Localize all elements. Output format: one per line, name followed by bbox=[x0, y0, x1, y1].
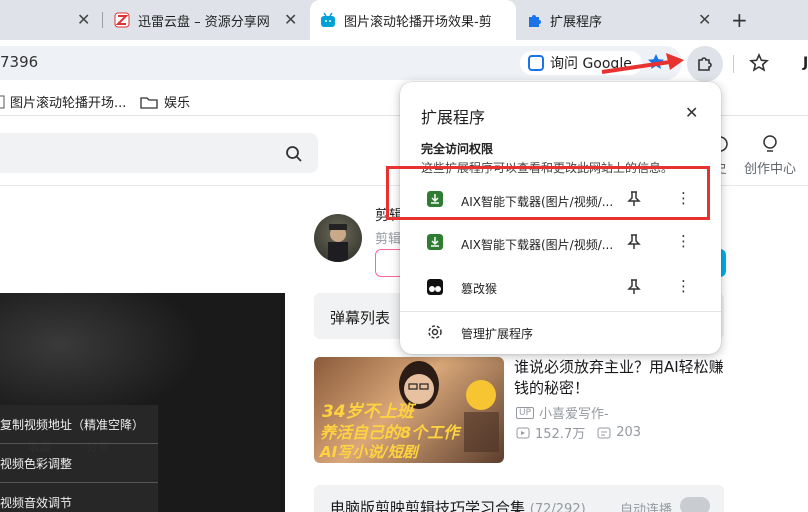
play-count-icon bbox=[516, 427, 530, 438]
extension-name: AIX智能下载器(图片/视频/... bbox=[461, 238, 614, 252]
tab-title: 图片滚动轮播开场效果-剪 bbox=[344, 14, 492, 30]
site-search-input[interactable] bbox=[0, 133, 318, 173]
uploader-description: 剪辑 bbox=[375, 232, 402, 247]
avatar[interactable] bbox=[314, 214, 362, 262]
pin-icon[interactable] bbox=[627, 279, 641, 295]
danmaku-list-label: 弹幕列表 bbox=[330, 309, 391, 327]
highlight-annotation bbox=[386, 166, 710, 220]
tab-close-icon[interactable]: ✕ bbox=[698, 10, 711, 29]
extension-row[interactable] bbox=[400, 267, 721, 307]
popup-close-icon[interactable]: ✕ bbox=[685, 103, 698, 122]
nav-creator-center[interactable]: 创作中心 bbox=[744, 134, 796, 177]
bilibili-favicon-icon bbox=[320, 12, 336, 28]
video-frame bbox=[0, 293, 200, 423]
red-arrow-icon bbox=[601, 53, 684, 74]
popup-title: 扩展程序 bbox=[421, 108, 486, 127]
tab-title: 迅雷云盘 – 资源分享网 bbox=[138, 14, 270, 30]
avatar-image bbox=[328, 224, 348, 262]
context-divider bbox=[0, 482, 158, 483]
lightbulb-icon bbox=[763, 135, 777, 152]
xunlei-favicon-icon bbox=[114, 12, 130, 28]
puzzle-icon bbox=[698, 57, 712, 71]
extension-name: 篡改猴 bbox=[461, 282, 498, 296]
tab-title: 扩展程序 bbox=[550, 14, 603, 30]
nav-creator-label: 创作中心 bbox=[744, 162, 797, 177]
search-icon[interactable] bbox=[285, 145, 303, 163]
playlist-title-text: 电脑版剪映剪辑技巧学习合集 bbox=[330, 499, 526, 512]
gear-icon bbox=[428, 325, 442, 339]
reading-list-star-icon[interactable] bbox=[749, 53, 769, 73]
tab-active[interactable]: 图片滚动轮播开场效果-剪 bbox=[310, 0, 516, 40]
playlist-count: (72/292) bbox=[529, 502, 586, 512]
popup-divider bbox=[400, 311, 721, 312]
page-icon bbox=[0, 95, 5, 108]
playlist-title: 电脑版剪映剪辑技巧学习合集 (72/292) bbox=[330, 497, 586, 512]
lens-icon bbox=[528, 55, 544, 71]
author-name: 小喜爱写作- bbox=[539, 407, 609, 422]
recommendation-thumbnail[interactable]: 34岁不上班 养活自己的8个工作 AI写小说/短剧 bbox=[314, 357, 504, 463]
up-badge: UP bbox=[516, 406, 535, 419]
profile-letter[interactable]: J bbox=[803, 55, 808, 71]
folder-icon bbox=[140, 96, 158, 109]
pin-icon[interactable] bbox=[627, 234, 641, 250]
tab-2[interactable]: 迅雷云盘 – 资源分享网 ✕ bbox=[114, 0, 309, 40]
recommendation-title[interactable]: 谁说必须放弃主业？用AI轻松赚钱的秘密！ bbox=[514, 357, 729, 399]
bookmark-item[interactable]: 图片滚动轮播开场... bbox=[0, 92, 126, 111]
autoplay-toggle[interactable] bbox=[680, 497, 710, 512]
context-item-color[interactable]: 视频色彩调整 bbox=[0, 455, 72, 472]
tab-1[interactable]: ✕ bbox=[0, 0, 100, 40]
tab-close-icon[interactable]: ✕ bbox=[77, 10, 90, 29]
tab-separator bbox=[102, 12, 103, 28]
bookmark-label: 娱乐 bbox=[164, 96, 191, 111]
comment-count: 203 bbox=[616, 425, 642, 440]
more-options-icon[interactable]: ⋮ bbox=[676, 277, 691, 295]
extensions-button[interactable] bbox=[687, 46, 723, 82]
download-icon bbox=[427, 234, 443, 250]
recommendation-author[interactable]: UP 小喜爱写作- bbox=[516, 403, 609, 422]
full-access-heading: 完全访问权限 bbox=[421, 142, 494, 156]
bookmark-folder[interactable]: 娱乐 bbox=[140, 92, 190, 111]
manage-extensions-link[interactable]: 管理扩展程序 bbox=[461, 325, 533, 342]
url-text[interactable]: 7396 bbox=[0, 53, 38, 71]
autoplay-label: 自动连播 bbox=[620, 503, 673, 512]
context-divider bbox=[0, 443, 158, 444]
recommendation-stats: 152.7万 203 bbox=[516, 423, 641, 442]
new-tab-button[interactable]: + bbox=[731, 8, 748, 32]
context-item-audio[interactable]: 视频音效调节 bbox=[0, 494, 72, 511]
puzzle-favicon-icon bbox=[526, 12, 542, 28]
thumbnail-line-2: 养活自己的8个工作 bbox=[320, 423, 460, 442]
more-options-icon[interactable]: ⋮ bbox=[676, 232, 691, 250]
tampermonkey-icon bbox=[427, 279, 443, 295]
tab-4[interactable]: 扩展程序 ✕ bbox=[526, 0, 726, 40]
bookmark-label: 图片滚动轮播开场... bbox=[10, 96, 127, 111]
tab-close-icon[interactable]: ✕ bbox=[284, 10, 297, 29]
thumbnail-line-3: AI写小说/短剧 bbox=[320, 443, 418, 461]
context-item-copy-url[interactable]: 复制视频地址（精准空降） bbox=[0, 416, 144, 433]
view-count: 152.7万 bbox=[535, 427, 586, 442]
toolbar-divider bbox=[733, 55, 734, 73]
danmaku-count-icon bbox=[597, 427, 611, 438]
